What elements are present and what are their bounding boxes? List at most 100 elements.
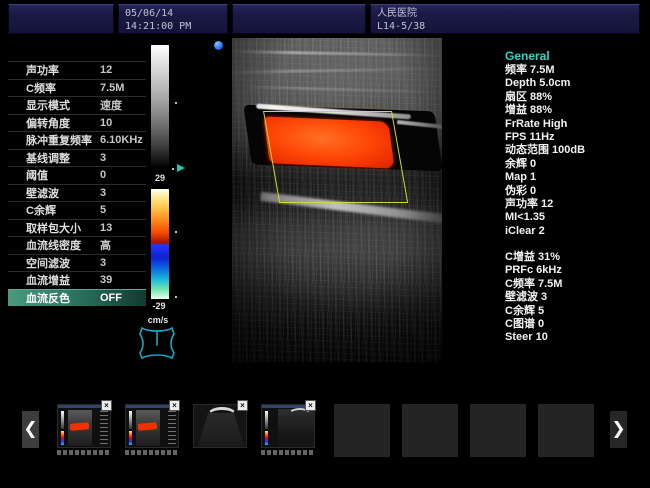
readout-section-title: General: [505, 50, 550, 63]
thumb-graybar: [129, 411, 132, 429]
colorbar-end-dot: [175, 296, 177, 298]
thumb-image: [68, 410, 92, 446]
readout-item: C余辉 5: [505, 305, 647, 318]
parameter-label: 血流增益: [26, 272, 70, 288]
time-text: 14:21:00 PM: [125, 20, 221, 33]
parameter-label: 声功率: [26, 62, 59, 78]
thumbnail-placeholder: [538, 404, 594, 457]
readout-item: 余辉 0: [505, 158, 647, 171]
focus-dot: [172, 168, 174, 170]
thumb-colorbar: [129, 431, 132, 445]
parameter-row-2[interactable]: C频率 7.5M: [8, 79, 146, 97]
readout-item: 扇区 88%: [505, 91, 647, 104]
probe-model: L14-5/38: [377, 20, 633, 33]
parameter-row-3[interactable]: 显示模式速度: [8, 96, 146, 114]
parameter-row-8[interactable]: 壁滤波 3: [8, 184, 146, 202]
readout-item: 增益 88%: [505, 104, 647, 117]
thumbnail-sector[interactable]: ×: [193, 404, 247, 448]
parameter-label: 偏转角度: [26, 115, 70, 131]
body-marker-icon: [133, 323, 181, 363]
parameter-label: 空间滤波: [26, 255, 70, 271]
chevron-left-icon[interactable]: ❮: [22, 411, 39, 448]
parameter-value: 3: [100, 187, 146, 199]
left-parameter-panel: 声功率 12 C频率 7.5M 显示模式速度偏转角度10脉冲重复频率6.10KHz基线调…: [8, 61, 146, 306]
probe-orientation-marker: [214, 41, 223, 50]
thumbnail-placeholder: [402, 404, 458, 457]
thumb-text-column: [168, 411, 176, 445]
parameter-label: C余辉: [26, 202, 56, 218]
thumb-text-column: [100, 411, 108, 445]
thumb-flow: [138, 422, 158, 431]
readout-item: 动态范围 100dB: [505, 144, 647, 157]
parameter-row-14[interactable]: 血流反色OFF: [8, 289, 146, 307]
thumbnail-placeholder: [470, 404, 526, 457]
parameter-value: 12: [100, 64, 146, 76]
thumb-image: [136, 410, 160, 446]
parameter-label: 血流线密度: [26, 237, 81, 253]
gain-tick-dot: [175, 102, 177, 104]
parameter-label: 壁滤波: [26, 185, 59, 201]
thumbnail-duplex-1[interactable]: ×: [57, 404, 111, 448]
readout-item: FrRate High: [505, 118, 647, 131]
parameter-row-5[interactable]: 脉冲重复频率6.10KHz: [8, 131, 146, 149]
readout-item: C增益 31%: [505, 251, 647, 264]
parameter-row-11[interactable]: 血流线密度高: [8, 236, 146, 254]
color-roi-box[interactable]: [263, 111, 408, 203]
thumbnail-duplex-3[interactable]: ×: [261, 404, 315, 448]
readout-item: C频率 7.5M: [505, 278, 647, 291]
topbar-logo-box: [8, 4, 114, 34]
parameter-row-10[interactable]: 取样包大小13: [8, 219, 146, 237]
readout-item: 伪彩 0: [505, 185, 647, 198]
date-text: 05/06/14: [125, 7, 221, 20]
thumbnail-caption: [125, 450, 179, 455]
readout-item: MI<1.35: [505, 211, 647, 224]
parameter-value: 13: [100, 222, 146, 234]
thumb-flow: [70, 422, 90, 431]
topbar-datetime-box: 05/06/14 14:21:00 PM: [118, 4, 228, 34]
parameter-row-1[interactable]: 声功率 12: [8, 61, 146, 79]
readout-item: C图谱 0: [505, 318, 647, 331]
thumbnail-caption: [57, 450, 111, 455]
chevron-right-icon[interactable]: ❯: [610, 411, 627, 448]
parameter-row-9[interactable]: C余辉 5: [8, 201, 146, 219]
readout-item: Map 1: [505, 171, 647, 184]
thumb-graybar: [265, 411, 268, 429]
thumb-colorbar: [265, 431, 268, 445]
readout-item: iClear 2: [505, 225, 647, 238]
close-icon[interactable]: ×: [169, 400, 180, 411]
readout-item: 频率 7.5M: [505, 64, 647, 77]
parameter-row-6[interactable]: 基线调整 3: [8, 149, 146, 167]
topbar-hospital-box: 人民医院 L14-5/38: [370, 4, 640, 34]
color-list: C增益 31%PRFc 6kHzC频率 7.5M壁滤波 3C余辉 5C图谱 0S…: [505, 251, 647, 345]
parameter-value: 5: [100, 204, 146, 216]
baseline-tick-dot: [175, 231, 177, 233]
parameter-value: OFF: [100, 292, 146, 304]
thumbnail-duplex-2[interactable]: ×: [125, 404, 179, 448]
parameter-label: C频率: [26, 80, 56, 96]
grayscale-bar: [151, 45, 169, 168]
ultrasound-screen: 05/06/14 14:21:00 PM 人民医院 L14-5/38 声功率 12…: [0, 0, 650, 488]
readout-item: Depth 5.0cm: [505, 77, 647, 90]
parameter-row-13[interactable]: 血流增益 39: [8, 271, 146, 289]
parameter-label: 基线调整: [26, 150, 70, 166]
thumbnail-caption: [261, 450, 315, 455]
parameter-value: 39: [100, 274, 146, 286]
parameter-value: 6.10KHz: [100, 134, 146, 146]
general-list: 频率 7.5MDepth 5.0cm扇区 88%增益 88%FrRate Hig…: [505, 64, 647, 238]
color-doppler-bar: [151, 189, 169, 299]
focus-arrow-icon[interactable]: [177, 164, 185, 172]
parameter-row-4[interactable]: 偏转角度10: [8, 114, 146, 132]
hospital-name: 人民医院: [377, 7, 633, 20]
readout-item: 壁滤波 3: [505, 291, 647, 304]
parameter-row-12[interactable]: 空间滤波 3: [8, 254, 146, 272]
parameter-value: 0: [100, 169, 146, 181]
parameter-value: 7.5M: [100, 82, 146, 94]
parameter-value: 3: [100, 152, 146, 164]
parameter-value: 3: [100, 257, 146, 269]
readout-item: PRFc 6kHz: [505, 264, 647, 277]
close-icon[interactable]: ×: [101, 400, 112, 411]
ultrasound-image: [232, 38, 442, 362]
close-icon[interactable]: ×: [237, 400, 248, 411]
parameter-row-7[interactable]: 阈值0: [8, 166, 146, 184]
close-icon[interactable]: ×: [305, 400, 316, 411]
